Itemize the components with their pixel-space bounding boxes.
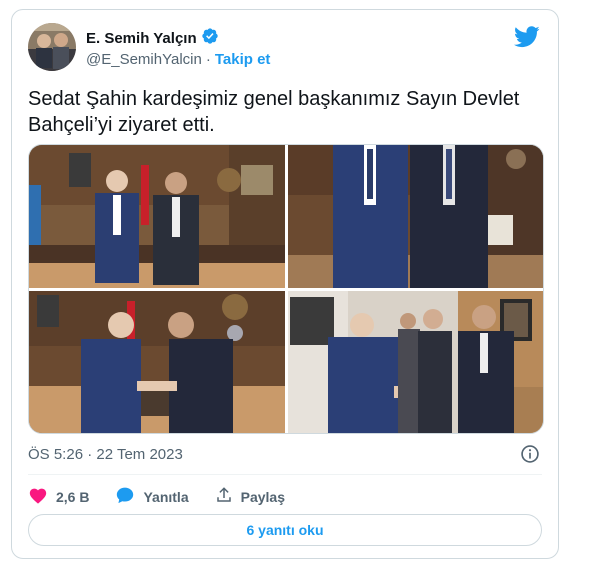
author-name-row[interactable]: E. Semih Yalçın: [86, 27, 219, 49]
handle-row: @E_SemihYalcin · Takip et: [86, 51, 270, 68]
photo-4[interactable]: [288, 291, 543, 433]
photo-3[interactable]: [29, 291, 285, 433]
media-grid: [28, 144, 544, 434]
author-name[interactable]: E. Semih Yalçın: [86, 30, 197, 47]
action-bar: 2,6 B Yanıtla Paylaş: [28, 486, 311, 507]
share-label: Paylaş: [240, 488, 285, 505]
read-replies-button[interactable]: 6 yanıtı oku: [28, 514, 542, 546]
avatar[interactable]: [28, 23, 76, 71]
photo-2[interactable]: [288, 145, 543, 288]
heart-icon: [28, 486, 48, 507]
divider: [28, 474, 542, 475]
share-button[interactable]: Paylaş: [215, 486, 285, 507]
author-handle[interactable]: @E_SemihYalcin: [86, 51, 202, 68]
info-icon[interactable]: [520, 444, 540, 469]
like-count: 2,6 B: [56, 488, 90, 505]
reply-bubble-icon: [115, 486, 135, 507]
tweet-text: Sedat Şahin kardeşimiz genel başkanımız …: [28, 86, 538, 138]
like-button[interactable]: 2,6 B: [28, 486, 89, 507]
twitter-bird-icon[interactable]: [513, 26, 540, 53]
tweet-text-line-2: Bahçeli’yi ziyaret etti.: [28, 114, 215, 136]
photo-1[interactable]: [29, 145, 285, 288]
follow-link[interactable]: Takip et: [215, 51, 271, 68]
reply-label: Yanıtla: [143, 488, 189, 505]
tweet-text-line-1: Sedat Şahin kardeşimiz genel başkanımız …: [28, 88, 520, 110]
reply-button[interactable]: Yanıtla: [115, 486, 189, 507]
tweet-card: E. Semih Yalçın @E_SemihYalcin · Takip e…: [11, 9, 559, 559]
tweet-timestamp[interactable]: ÖS 5:26 · 22 Tem 2023: [28, 446, 183, 463]
share-icon: [215, 486, 233, 507]
separator: ·: [205, 51, 211, 68]
verified-badge-icon: [201, 27, 219, 49]
